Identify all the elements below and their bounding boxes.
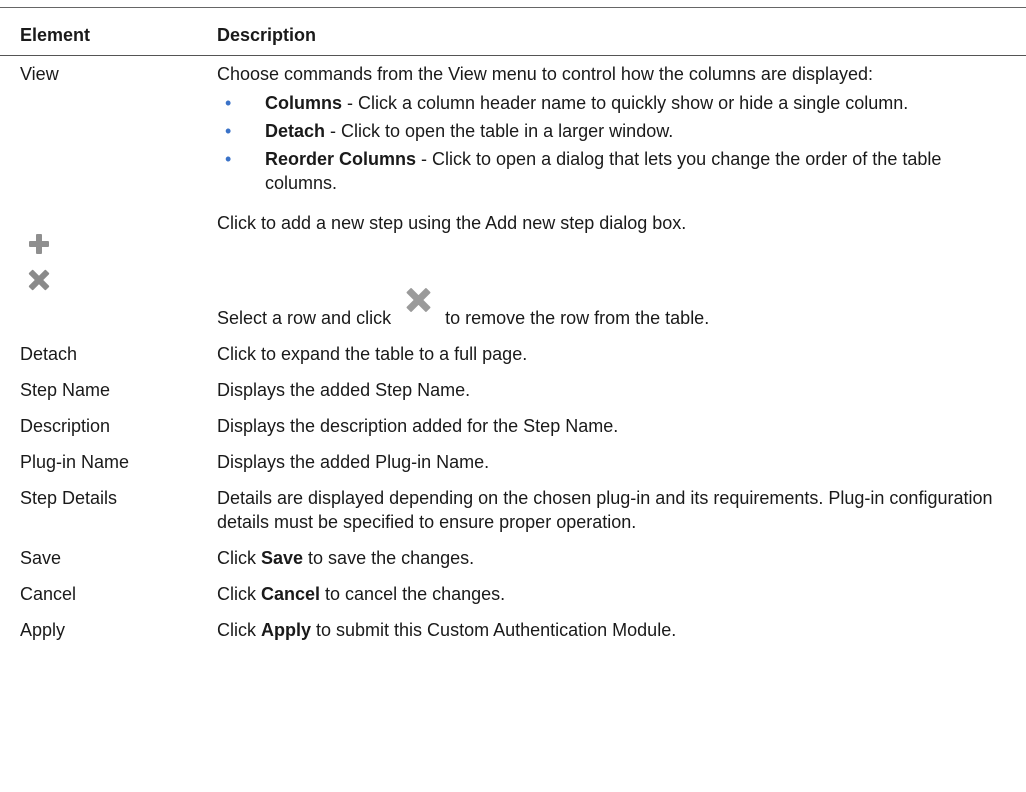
close-icon bbox=[28, 269, 50, 291]
description-cell-description: Displays the description added for the S… bbox=[217, 415, 619, 436]
element-cell-step-name: Step Name bbox=[20, 379, 111, 400]
element-cell-plugin-name: Plug-in Name bbox=[20, 451, 130, 472]
description-cell-apply: Click Apply to submit this Custom Authen… bbox=[212, 612, 1026, 648]
table-row: Save Click Save to save the changes. bbox=[0, 540, 1026, 576]
element-description-table: Element Description View Choose commands… bbox=[0, 7, 1026, 648]
bullet-text: - Click to open the table in a larger wi… bbox=[325, 120, 674, 141]
description-cell-remove: Select a row and click to remove the row … bbox=[212, 267, 1026, 336]
remove-text-before: Select a row and click bbox=[217, 307, 392, 328]
cancel-term: Cancel bbox=[261, 583, 321, 604]
description-cell-step-name: Displays the added Step Name. bbox=[217, 379, 471, 400]
element-cell-cancel: Cancel bbox=[20, 583, 77, 604]
element-cell-view: View bbox=[20, 63, 59, 84]
bullet-term: Reorder Columns bbox=[265, 148, 417, 169]
bullet-term: Detach bbox=[265, 120, 326, 141]
description-cell-cancel: Click Cancel to cancel the changes. bbox=[212, 576, 1026, 612]
element-cell-detach: Detach bbox=[20, 343, 78, 364]
plus-icon bbox=[28, 233, 50, 255]
table-row: Step Details Details are displayed depen… bbox=[0, 480, 1026, 540]
description-cell-detach: Click to expand the table to a full page… bbox=[217, 343, 528, 364]
list-item: • Columns - Click a column header name t… bbox=[217, 91, 1012, 115]
bullet-term: Columns bbox=[265, 92, 343, 113]
list-item: • Reorder Columns - Click to open a dial… bbox=[217, 147, 1012, 195]
cancel-post-text: to cancel the changes. bbox=[320, 583, 506, 604]
bullet-icon: • bbox=[225, 92, 232, 113]
apply-pre-text: Click bbox=[217, 619, 261, 640]
element-cell-remove bbox=[0, 267, 212, 336]
column-header-description: Description bbox=[212, 7, 1026, 56]
apply-term: Apply bbox=[261, 619, 312, 640]
view-bullet-list: • Columns - Click a column header name t… bbox=[217, 91, 1012, 195]
column-header-element: Element bbox=[0, 7, 212, 56]
table-row: View Choose commands from the View menu … bbox=[0, 55, 1026, 205]
remove-text-after: to remove the row from the table. bbox=[445, 307, 710, 328]
table-row: Apply Click Apply to submit this Custom … bbox=[0, 612, 1026, 648]
table-row: Plug-in Name Displays the added Plug-in … bbox=[0, 444, 1026, 480]
element-cell-save: Save bbox=[20, 547, 62, 568]
bullet-text: - Click a column header name to quickly … bbox=[342, 92, 909, 113]
view-intro-text: Choose commands from the View menu to co… bbox=[217, 63, 873, 84]
table-row: Click to add a new step using the Add ne… bbox=[0, 205, 1026, 267]
save-pre-text: Click bbox=[217, 547, 261, 568]
description-cell-plugin-name: Displays the added Plug-in Name. bbox=[217, 451, 490, 472]
table-row: Select a row and click to remove the row … bbox=[0, 267, 1026, 336]
description-cell-add: Click to add a new step using the Add ne… bbox=[217, 212, 687, 233]
list-item: • Detach - Click to open the table in a … bbox=[217, 119, 1012, 143]
inline-close-icon-wrap bbox=[401, 299, 437, 325]
save-post-text: to save the changes. bbox=[303, 547, 475, 568]
description-cell-save: Click Save to save the changes. bbox=[212, 540, 1026, 576]
description-cell-view: Choose commands from the View menu to co… bbox=[212, 55, 1026, 205]
element-cell-description: Description bbox=[20, 415, 111, 436]
cancel-pre-text: Click bbox=[217, 583, 261, 604]
element-cell-add bbox=[0, 205, 212, 267]
bullet-icon: • bbox=[225, 148, 232, 169]
table-row: Cancel Click Cancel to cancel the change… bbox=[0, 576, 1026, 612]
table-row: Description Displays the description add… bbox=[0, 408, 1026, 444]
table-row: Step Name Displays the added Step Name. bbox=[0, 372, 1026, 408]
save-term: Save bbox=[261, 547, 304, 568]
description-cell-step-details: Details are displayed depending on the c… bbox=[217, 487, 993, 532]
table-header-row: Element Description bbox=[0, 7, 1026, 56]
table-row: Detach Click to expand the table to a fu… bbox=[0, 336, 1026, 372]
element-cell-apply: Apply bbox=[20, 619, 66, 640]
bullet-icon: • bbox=[225, 120, 232, 141]
apply-post-text: to submit this Custom Authentication Mod… bbox=[311, 619, 677, 640]
close-icon bbox=[405, 287, 431, 313]
element-cell-step-details: Step Details bbox=[20, 487, 118, 508]
